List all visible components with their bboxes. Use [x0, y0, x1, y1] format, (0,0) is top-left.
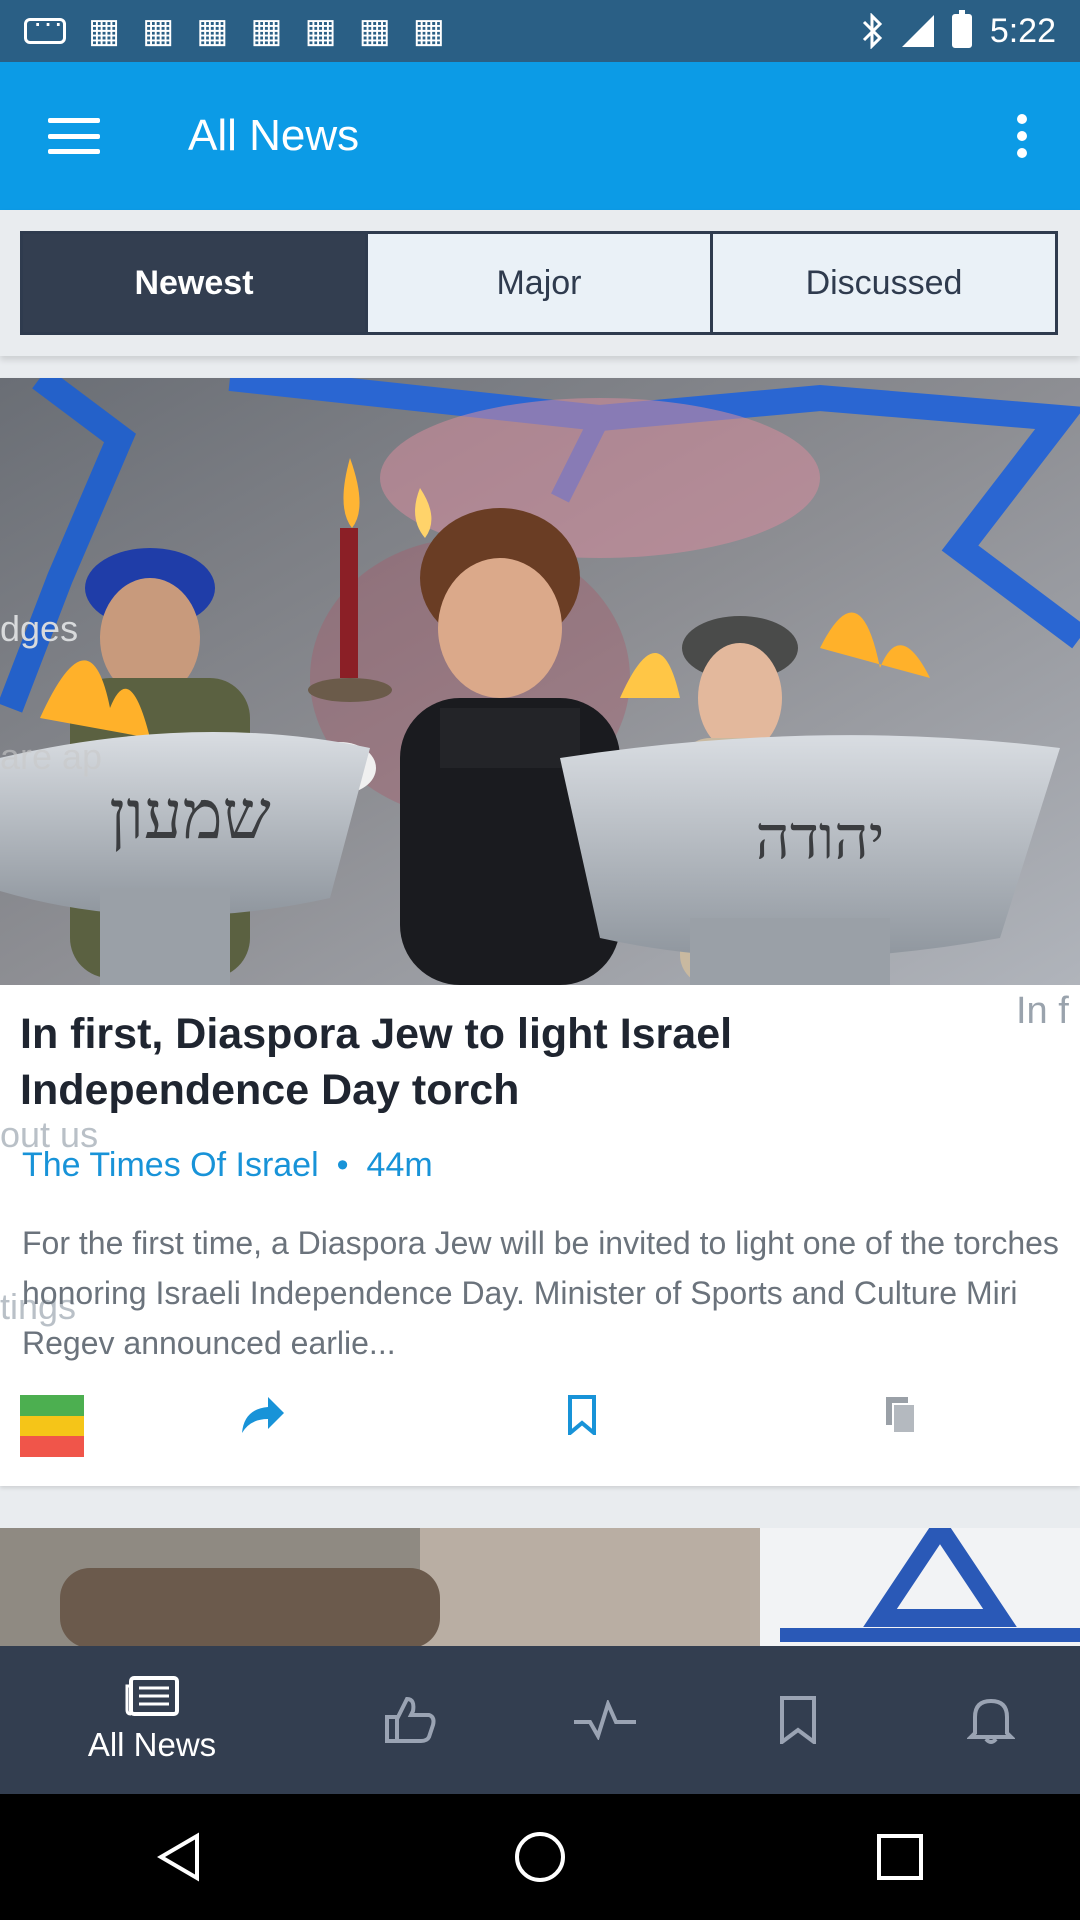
photo-icon: ▦	[412, 12, 445, 50]
more-vert-icon[interactable]	[1016, 114, 1028, 158]
signal-icon	[901, 15, 934, 47]
newspaper-icon	[125, 1676, 179, 1716]
pulse-icon	[574, 1700, 636, 1740]
nav-notifications[interactable]	[966, 1646, 1016, 1794]
article-meta: The Times Of Israel • 44m	[22, 1146, 433, 1185]
podium-left-text: שמעון	[109, 776, 271, 855]
tab-discussed[interactable]: Discussed	[710, 234, 1055, 332]
bookmark-icon[interactable]	[566, 1395, 598, 1435]
thumbs-up-icon	[385, 1696, 436, 1743]
recents-icon[interactable]	[873, 1830, 927, 1884]
sources-icon[interactable]	[20, 1395, 84, 1458]
ghost-menu-text: are ap	[0, 736, 103, 777]
tab-major[interactable]: Major	[365, 234, 710, 332]
podium-right-text: יהודה	[756, 803, 885, 873]
photo-icon: ▦	[142, 12, 175, 50]
photo-icon: ▦	[196, 12, 229, 50]
home-icon[interactable]	[513, 1830, 567, 1884]
nav-all-news-label: All News	[87, 1726, 217, 1763]
bookmark-icon	[780, 1696, 816, 1744]
meta-separator: •	[336, 1146, 349, 1184]
app-bar: All News	[0, 62, 1080, 210]
next-article-card[interactable]	[0, 1528, 1080, 1648]
article-age: 44m	[366, 1146, 433, 1184]
nav-trending[interactable]	[570, 1646, 640, 1794]
status-bar: ▦ ▦ ▦ ▦ ▦ ▦ ▦ 5:22	[0, 0, 1080, 62]
bottom-nav: All News	[0, 1646, 1080, 1794]
photo-icon: ▦	[358, 12, 391, 50]
message-icon	[24, 7, 66, 44]
notification-icons: ▦ ▦ ▦ ▦ ▦ ▦ ▦	[24, 7, 445, 50]
article-summary[interactable]: For the first time, a Diaspora Jew will …	[22, 1218, 1062, 1368]
system-nav-bar	[0, 1794, 1080, 1920]
page-title: All News	[188, 111, 360, 160]
photo-icon: ▦	[250, 12, 283, 50]
article-source[interactable]: The Times Of Israel	[22, 1146, 319, 1185]
article-headline[interactable]: In first, Diaspora Jew to light Israel I…	[20, 1006, 920, 1118]
nav-popular[interactable]	[380, 1646, 440, 1794]
hamburger-icon[interactable]	[48, 118, 100, 154]
article-actions	[0, 1385, 1080, 1465]
bluetooth-icon	[862, 13, 882, 49]
nav-saved[interactable]	[776, 1646, 820, 1794]
share-icon[interactable]	[240, 1395, 286, 1435]
copy-icon[interactable]	[884, 1395, 918, 1435]
segmented-tabs: Newest Major Discussed	[20, 231, 1058, 335]
tab-strip: Newest Major Discussed	[0, 210, 1080, 356]
tab-newest[interactable]: Newest	[23, 234, 365, 332]
photo-icon: ▦	[88, 12, 121, 50]
battery-icon	[951, 10, 972, 48]
nav-all-news[interactable]: All News	[60, 1646, 244, 1794]
ghost-menu-text: dges	[0, 608, 79, 649]
next-card-peek: In f	[1016, 990, 1069, 1032]
article-image[interactable]: שמעון יהודה	[0, 378, 1080, 985]
bell-icon	[967, 1698, 1015, 1744]
clock: 5:22	[989, 11, 1056, 50]
photo-icon: ▦	[304, 12, 337, 50]
back-icon[interactable]	[153, 1830, 207, 1884]
